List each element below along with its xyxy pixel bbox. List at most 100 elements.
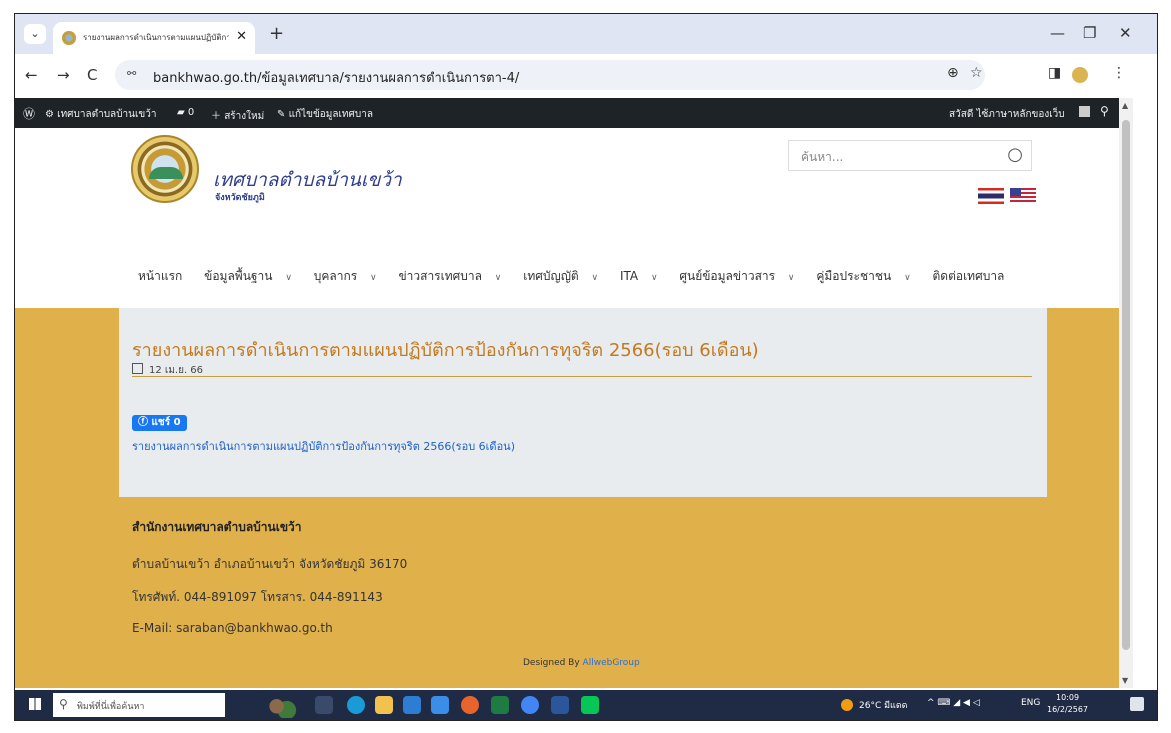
post-title: รายงานผลการดำเนินการตามแผนปฏิบัติการป้อง… bbox=[132, 340, 759, 361]
calendar-icon bbox=[132, 363, 143, 374]
notification-center-icon[interactable] bbox=[1130, 697, 1144, 711]
reload-button[interactable]: C bbox=[87, 66, 97, 84]
edge-icon[interactable] bbox=[347, 696, 365, 714]
taskbar-search[interactable]: ⚲ พิมพ์ที่นี่เพื่อค้นหา bbox=[53, 693, 225, 717]
chevron-down-icon: ∨ bbox=[591, 273, 599, 283]
task-view-icon[interactable] bbox=[315, 696, 333, 714]
site-subtitle: จังหวัดชัยภูมิ bbox=[215, 193, 265, 203]
chrome-icon[interactable] bbox=[521, 696, 539, 714]
mail-icon[interactable] bbox=[431, 696, 449, 714]
minimize-button[interactable]: — bbox=[1050, 24, 1065, 42]
nav-item[interactable]: บุคลากร ∨ bbox=[314, 269, 386, 283]
search-icon: ⚲ bbox=[59, 697, 68, 711]
line-icon[interactable] bbox=[581, 696, 599, 714]
close-window-button[interactable]: ✕ bbox=[1119, 24, 1132, 42]
nav-item[interactable]: หน้าแรก bbox=[138, 269, 191, 283]
footer-credit: Designed By AllwebGroup bbox=[523, 658, 640, 668]
bookmark-star-icon[interactable]: ☆ bbox=[970, 65, 983, 81]
nav-item[interactable]: ITA ∨ bbox=[620, 269, 667, 283]
browser-window: ⌄ รายงานผลการดำเนินการตามแผนปฏิบัติการ ✕… bbox=[14, 13, 1158, 721]
chevron-down-icon: ∨ bbox=[370, 273, 377, 283]
nav-item[interactable]: ข่าวสารเทศบาล ∨ bbox=[398, 269, 510, 283]
search-highlight-icon[interactable] bbox=[263, 692, 297, 718]
pencil-icon: ✎ bbox=[277, 109, 286, 120]
footer-address: ตำบลบ้านเขว้า อำเภอบ้านเขว้า จังหวัดชัยภ… bbox=[132, 557, 408, 571]
file-explorer-icon[interactable] bbox=[375, 696, 393, 714]
tab-strip: ⌄ รายงานผลการดำเนินการตามแผนปฏิบัติการ ✕… bbox=[15, 14, 1157, 54]
windows-start-icon[interactable] bbox=[29, 698, 41, 710]
municipality-seal-logo[interactable] bbox=[131, 135, 199, 203]
credit-link[interactable]: AllwebGroup bbox=[583, 658, 640, 668]
nav-item[interactable]: ศูนย์ข้อมูลข่าวสาร ∨ bbox=[679, 269, 803, 283]
nav-item[interactable]: เทศบัญญัติ ∨ bbox=[523, 269, 607, 283]
windows-taskbar: ⚲ พิมพ์ที่นี่เพื่อค้นหา 26°C มีแดด ^ ⌨ ◢… bbox=[15, 690, 1157, 720]
excel-icon[interactable] bbox=[491, 696, 509, 714]
browser-menu-icon[interactable]: ⋮ bbox=[1112, 65, 1126, 81]
browser-toolbar: ← → C ⚯ bankhwao.go.th/ข้อมูลเทศบาล/รายง… bbox=[15, 54, 1157, 98]
chevron-down-icon: ∨ bbox=[904, 273, 911, 283]
active-tab[interactable]: รายงานผลการดำเนินการตามแผนปฏิบัติการ ✕ bbox=[53, 22, 255, 54]
scrollbar-thumb[interactable] bbox=[1122, 120, 1130, 650]
tab-search-button[interactable]: ⌄ bbox=[24, 24, 46, 44]
facebook-share-button[interactable]: ⓕ แชร์ 0 bbox=[132, 415, 187, 431]
profile-avatar[interactable] bbox=[1072, 67, 1088, 83]
wordpress-logo-icon[interactable]: Ⓦ bbox=[23, 105, 35, 122]
seal-mountains-icon bbox=[149, 167, 183, 179]
forward-button[interactable]: → bbox=[57, 66, 70, 84]
chevron-down-icon: ∨ bbox=[650, 273, 658, 283]
website-page: เทศบาลตำบลบ้านเขว้า จังหวัดชัยภูมิ ค้นหา… bbox=[15, 128, 1119, 688]
tab-close-icon[interactable]: ✕ bbox=[236, 29, 247, 44]
firefox-icon[interactable] bbox=[461, 696, 479, 714]
page-scrollbar[interactable]: ▲ ▼ bbox=[1119, 98, 1133, 688]
zoom-icon[interactable]: ⊕ bbox=[947, 65, 959, 81]
document-link[interactable]: รายงานผลการดำเนินการตามแผนปฏิบัติการป้อง… bbox=[132, 437, 515, 455]
admin-new-link[interactable]: ＋ สร้างใหม่ bbox=[211, 107, 264, 124]
thai-flag-icon[interactable] bbox=[978, 188, 1004, 204]
chevron-down-icon: ∨ bbox=[494, 273, 502, 283]
us-flag-icon[interactable] bbox=[1010, 188, 1036, 204]
language-indicator[interactable]: ENG bbox=[1021, 698, 1040, 708]
scroll-down-icon[interactable]: ▼ bbox=[1122, 676, 1128, 685]
site-favicon-icon bbox=[62, 31, 76, 45]
wp-admin-bar: Ⓦ ⚙ เทศบาลตำบลบ้านเขว้า ▰ 0 ＋ สร้างใหม่ … bbox=[15, 98, 1119, 128]
title-divider bbox=[132, 376, 1032, 377]
side-panel-icon[interactable]: ◨ bbox=[1048, 65, 1061, 81]
url-text[interactable]: bankhwao.go.th/ข้อมูลเทศบาล/รายงานผลการด… bbox=[153, 67, 519, 88]
scroll-up-icon[interactable]: ▲ bbox=[1122, 101, 1128, 110]
admin-site-link[interactable]: ⚙ เทศบาลตำบลบ้านเขว้า bbox=[45, 107, 156, 122]
footer-org-name: สำนักงานเทศบาลตำบลบ้านเขว้า bbox=[132, 520, 302, 534]
nav-item[interactable]: คู่มือประชาชน ∨ bbox=[816, 269, 919, 283]
weather-sun-icon[interactable] bbox=[841, 699, 853, 711]
main-navigation: หน้าแรก ข้อมูลพื้นฐาน ∨ บุคลากร ∨ ข่าวสา… bbox=[138, 267, 1022, 286]
nav-item[interactable]: ติดต่อเทศบาล bbox=[932, 269, 1013, 283]
post-card: รายงานผลการดำเนินการตามแผนปฏิบัติการป้อง… bbox=[119, 308, 1047, 497]
site-settings-icon[interactable]: ⚯ bbox=[127, 67, 136, 80]
new-tab-button[interactable]: + bbox=[269, 23, 284, 44]
facebook-icon: ⓕ bbox=[138, 417, 148, 428]
word-icon[interactable] bbox=[551, 696, 569, 714]
taskbar-clock[interactable]: 10:09 16/2/2567 bbox=[1047, 692, 1088, 716]
chevron-down-icon: ∨ bbox=[787, 273, 795, 283]
store-icon[interactable] bbox=[403, 696, 421, 714]
search-box[interactable]: ค้นหา... ○ bbox=[788, 140, 1032, 171]
restore-button[interactable]: ❐ bbox=[1083, 24, 1096, 42]
weather-text[interactable]: 26°C มีแดด bbox=[859, 698, 908, 712]
address-bar[interactable]: ⚯ bankhwao.go.th/ข้อมูลเทศบาล/รายงานผลกา… bbox=[115, 60, 985, 90]
back-button[interactable]: ← bbox=[25, 66, 38, 84]
user-avatar[interactable] bbox=[1079, 106, 1090, 117]
system-tray-icons[interactable]: ^ ⌨ ◢ ◀ ◁ bbox=[927, 698, 980, 708]
admin-edit-link[interactable]: ✎ แก้ไขข้อมูลเทศบาล bbox=[277, 107, 373, 122]
search-icon[interactable]: ○ bbox=[1007, 144, 1023, 165]
admin-comments-link[interactable]: ▰ 0 bbox=[177, 107, 194, 118]
admin-account-link[interactable]: สวัสดี ไซ้ภาษาหลักของเว็บ bbox=[949, 107, 1065, 122]
chevron-down-icon: ∨ bbox=[285, 273, 292, 283]
nav-item[interactable]: ข้อมูลพื้นฐาน ∨ bbox=[204, 269, 301, 283]
taskbar-search-input[interactable]: พิมพ์ที่นี่เพื่อค้นหา bbox=[77, 699, 144, 713]
tab-title: รายงานผลการดำเนินการตามแผนปฏิบัติการ bbox=[83, 33, 229, 42]
footer-phone: โทรศัพท์. 044-891097 โทรสาร. 044-891143 bbox=[132, 590, 383, 604]
comment-icon: ▰ bbox=[177, 107, 185, 118]
admin-search-icon[interactable]: ⚲ bbox=[1100, 104, 1109, 118]
search-input[interactable]: ค้นหา... bbox=[801, 148, 843, 167]
footer-email: E-Mail: saraban@bankhwao.go.th bbox=[132, 621, 333, 635]
content-area: รายงานผลการดำเนินการตามแผนปฏิบัติการป้อง… bbox=[15, 308, 1119, 688]
